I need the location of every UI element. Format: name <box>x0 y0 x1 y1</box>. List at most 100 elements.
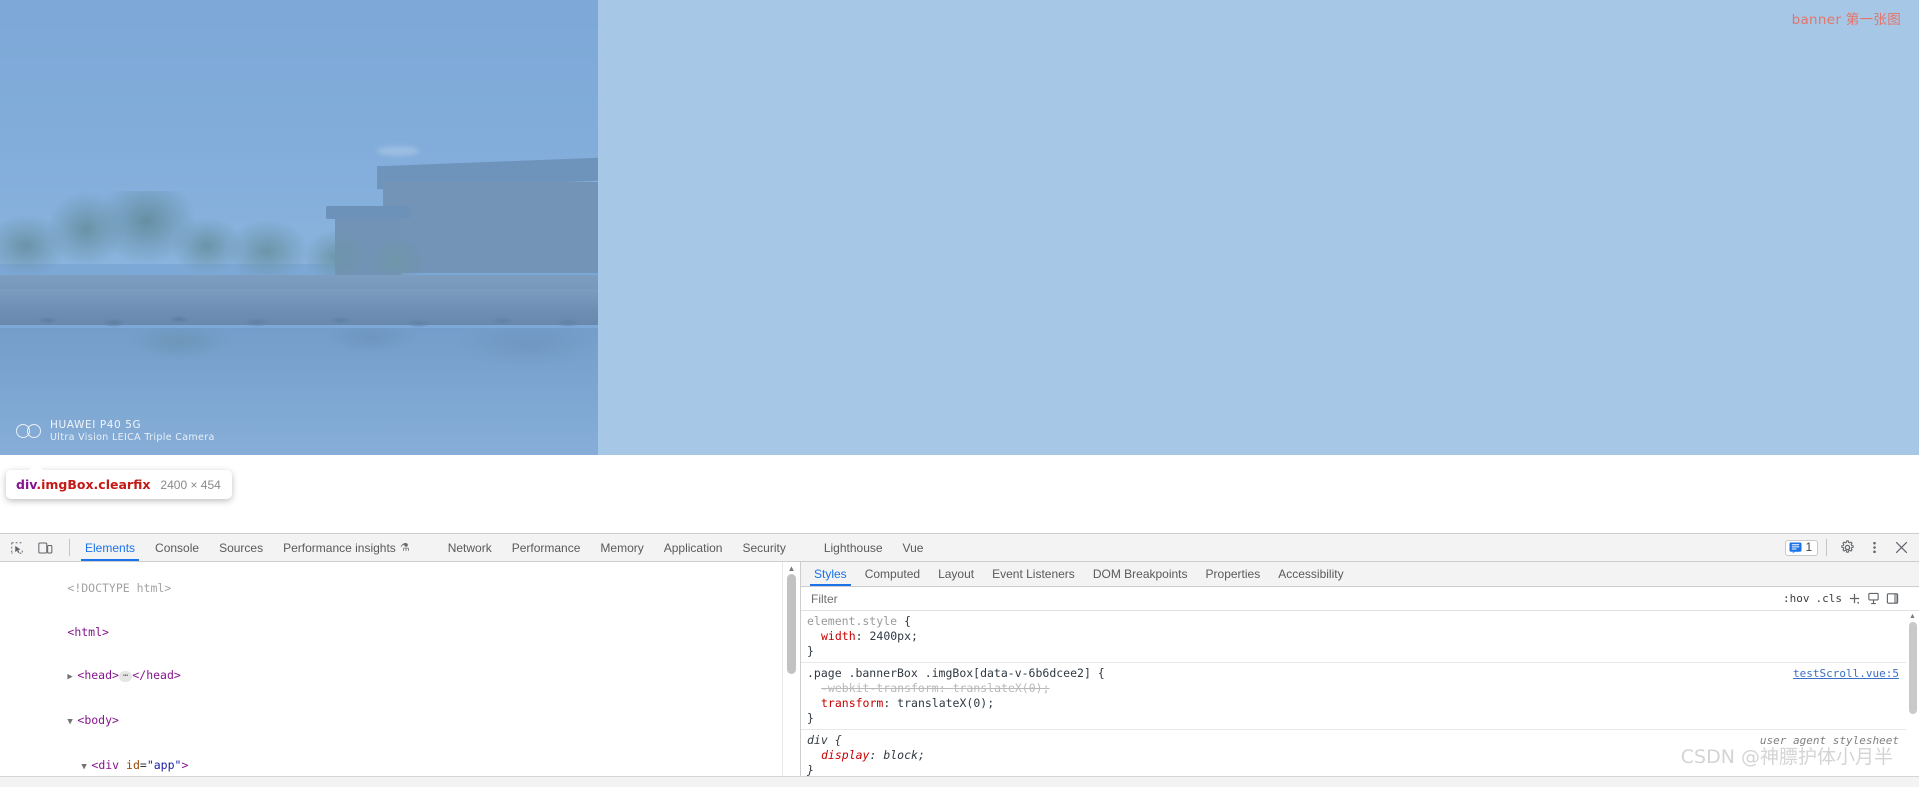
tab-application-label: Application <box>663 540 723 555</box>
tab-memory[interactable]: Memory <box>590 534 653 561</box>
tab-computed[interactable]: Computed <box>856 562 929 586</box>
scroll-up-arrow[interactable]: ▲ <box>783 562 800 574</box>
tab-accessibility-label: Accessibility <box>1278 567 1344 581</box>
declaration-value[interactable]: translateX(0) <box>897 696 987 710</box>
dom-tree-scrollbar[interactable]: ▲ <box>782 562 800 787</box>
new-style-rule-icon[interactable] <box>1848 592 1861 605</box>
tab-performance-insights[interactable]: Performance insights ⚗ <box>273 534 420 561</box>
tab-lighthouse[interactable]: Lighthouse <box>814 534 893 561</box>
tab-sources-label: Sources <box>219 540 264 555</box>
tooltip-tag-name: div <box>16 477 37 492</box>
dom-line-html[interactable]: <html> <box>0 610 800 653</box>
banner-label: banner 第一张图 <box>1791 12 1901 28</box>
close-icon[interactable] <box>1889 537 1913 558</box>
tab-styles-label: Styles <box>814 567 847 581</box>
styles-filter-bar: :hov .cls <box>801 587 1919 611</box>
tab-elements-label: Elements <box>85 540 136 555</box>
style-rule-element-style[interactable]: element.style { width: 2400px; } <box>801 611 1919 663</box>
flask-icon: ⚗ <box>399 542 410 554</box>
computed-sidebar-icon[interactable] <box>1886 592 1899 605</box>
device-toolbar-icon[interactable] <box>32 537 58 559</box>
scroll-up-arrow[interactable]: ▲ <box>1906 611 1919 622</box>
message-icon <box>1789 541 1802 554</box>
style-rule-imgbox[interactable]: .page .bannerBox .imgBox[data-v-6b6dcee2… <box>801 663 1919 730</box>
hov-toggle[interactable]: :hov <box>1783 592 1810 605</box>
message-count-badge[interactable]: 1 <box>1784 539 1818 556</box>
style-rule-div-ua[interactable]: div { user agent stylesheet display: blo… <box>801 730 1919 782</box>
tab-memory-label: Memory <box>600 540 644 555</box>
declaration-value[interactable]: block <box>883 748 918 762</box>
rule-source-ua: user agent stylesheet <box>1759 734 1899 747</box>
dom-doctype-text: <!DOCTYPE html> <box>67 581 172 596</box>
tab-accessibility[interactable]: Accessibility <box>1269 562 1352 586</box>
dom-line-body[interactable]: ▼ <body> <box>0 699 800 744</box>
tab-console[interactable]: Console <box>145 534 209 561</box>
tab-dom-breakpoints[interactable]: DOM Breakpoints <box>1084 562 1197 586</box>
declaration-value[interactable]: 2400px <box>869 629 911 643</box>
tab-computed-label: Computed <box>864 567 921 581</box>
banner-image[interactable]: HUAWEI P40 5G Ultra Vision LEICA Triple … <box>0 0 598 455</box>
declaration-property-disabled[interactable]: -webkit-transform <box>807 681 939 696</box>
expand-triangle-app[interactable]: ▼ <box>81 760 91 774</box>
tab-layout-label: Layout <box>938 567 975 581</box>
dom-html-tag: <html> <box>67 624 109 639</box>
tab-console-label: Console <box>155 540 200 555</box>
camera-watermark: HUAWEI P40 5G Ultra Vision LEICA Triple … <box>16 419 215 443</box>
rule-source-link[interactable]: testScroll.vue:5 <box>1793 666 1899 681</box>
tab-security-label: Security <box>742 540 786 555</box>
highlight-tint <box>0 0 598 455</box>
devtools-footer-bar <box>0 776 1919 787</box>
styles-tab-bar: Styles Computed Layout Event Listeners D… <box>801 562 1919 587</box>
declaration-value-disabled[interactable]: translateX(0) <box>953 681 1043 695</box>
tab-security[interactable]: Security <box>732 534 795 561</box>
devtools-body: <!DOCTYPE html> <html> ▶ <head> ⋯ </head> ▼… <box>0 562 1919 787</box>
rule-selector: div <box>807 733 828 747</box>
devtools-toolbar-right: 1 <box>1784 534 1913 561</box>
more-options-icon[interactable] <box>1862 537 1886 558</box>
tab-performance[interactable]: Performance <box>502 534 591 561</box>
dom-line-head[interactable]: ▶ <head> ⋯ </head> <box>0 653 800 698</box>
styles-tools: :hov .cls <box>1783 592 1915 605</box>
cls-toggle[interactable]: .cls <box>1816 592 1843 605</box>
devtools-toolbar: Elements Console Sources Performance ins… <box>0 534 1919 562</box>
scrollbar-thumb[interactable] <box>787 574 796 674</box>
tab-sources[interactable]: Sources <box>209 534 273 561</box>
tab-styles[interactable]: Styles <box>805 562 856 586</box>
tooltip-class-names: .imgBox.clearfix <box>36 477 151 492</box>
tab-properties[interactable]: Properties <box>1197 562 1270 586</box>
expand-triangle-head[interactable]: ▶ <box>67 670 77 684</box>
dom-line-doctype[interactable]: <!DOCTYPE html> <box>0 567 800 610</box>
declaration-property[interactable]: width <box>807 629 856 644</box>
element-state-icon[interactable] <box>1867 592 1880 605</box>
tab-event-listeners-label: Event Listeners <box>992 567 1075 581</box>
dom-tree-pane[interactable]: <!DOCTYPE html> <html> ▶ <head> ⋯ </head> ▼… <box>0 562 800 787</box>
collapsed-content-icon[interactable]: ⋯ <box>118 670 133 682</box>
tab-dom-breakpoints-label: DOM Breakpoints <box>1092 567 1188 581</box>
rule-selector: element.style <box>807 614 898 628</box>
element-highlight-tooltip: div.imgBox.clearfix 2400 × 454 <box>6 463 232 499</box>
tab-properties-label: Properties <box>1205 567 1261 581</box>
styles-pane: Styles Computed Layout Event Listeners D… <box>800 562 1919 787</box>
tooltip-dimensions: 2400 × 454 <box>160 478 221 492</box>
inspect-element-icon[interactable] <box>4 537 30 559</box>
watermark-device: HUAWEI P40 5G <box>50 419 142 432</box>
expand-triangle-body[interactable]: ▼ <box>67 715 77 729</box>
tab-vue[interactable]: Vue <box>893 534 934 561</box>
tab-elements[interactable]: Elements <box>75 534 145 561</box>
rule-selector: .page .bannerBox .imgBox[data-v-6b6dcee2… <box>807 666 1091 680</box>
styles-scrollbar[interactable]: ▲ ▼ <box>1906 611 1919 787</box>
declaration-property[interactable]: transform <box>807 696 883 711</box>
settings-gear-icon[interactable] <box>1835 537 1859 558</box>
devtools-tab-bar: Elements Console Sources Performance ins… <box>75 534 933 561</box>
tab-application[interactable]: Application <box>654 534 733 561</box>
styles-filter-input[interactable] <box>809 590 1775 607</box>
tab-layout[interactable]: Layout <box>929 562 983 586</box>
tab-performance-insights-label: Performance insights <box>283 540 396 555</box>
scrollbar-thumb[interactable] <box>1908 622 1917 714</box>
tab-event-listeners[interactable]: Event Listeners <box>983 562 1084 586</box>
camera-lens-icon <box>16 424 41 439</box>
declaration-property[interactable]: display <box>807 748 869 763</box>
watermark-caption: Ultra Vision LEICA Triple Camera <box>50 431 215 443</box>
tab-network[interactable]: Network <box>438 534 502 561</box>
browser-viewport: HUAWEI P40 5G Ultra Vision LEICA Triple … <box>0 0 1919 533</box>
